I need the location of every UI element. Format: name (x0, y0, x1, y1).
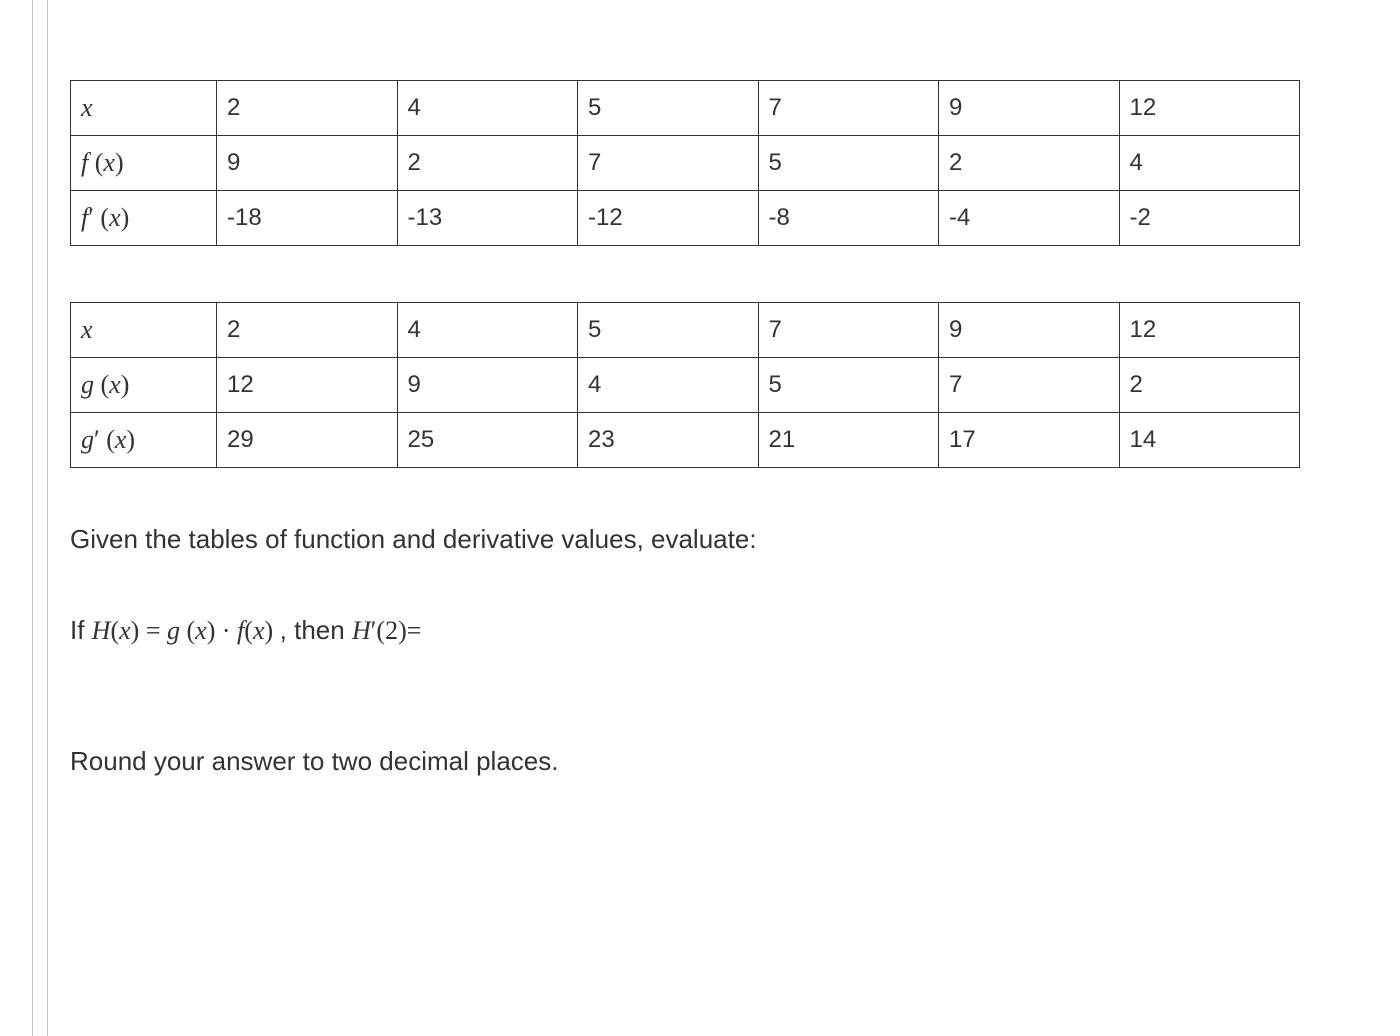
row-header-gprimex: g′ (x) (71, 413, 217, 468)
prompt-text: Given the tables of function and derivat… (70, 524, 1330, 555)
question-Hprime: H′(2)= (352, 616, 421, 645)
left-margin-rules (32, 0, 33, 1036)
table-g: x 2 4 5 7 9 12 g (x) 12 9 4 5 7 2 g′ (x)… (70, 302, 1300, 468)
cell: 4 (1119, 136, 1300, 191)
question-H-def: H(x) = g (x) · f(x) (92, 616, 280, 645)
cell: 5 (578, 81, 759, 136)
cell: 9 (939, 81, 1120, 136)
cell: 5 (758, 358, 939, 413)
cell: 4 (397, 81, 578, 136)
cell: 5 (758, 136, 939, 191)
table-row: g (x) 12 9 4 5 7 2 (71, 358, 1300, 413)
cell: -13 (397, 191, 578, 246)
round-note: Round your answer to two decimal places. (70, 746, 1330, 777)
cell: 7 (578, 136, 759, 191)
row-header-gx: g (x) (71, 358, 217, 413)
table-row: x 2 4 5 7 9 12 (71, 303, 1300, 358)
cell: 29 (217, 413, 398, 468)
cell: 23 (578, 413, 759, 468)
cell: 2 (397, 136, 578, 191)
row-header-x: x (71, 81, 217, 136)
cell: 7 (758, 303, 939, 358)
table-f: x 2 4 5 7 9 12 f (x) 9 2 7 5 2 4 f′ (x) … (70, 80, 1300, 246)
row-header-x: x (71, 303, 217, 358)
question-mid: , then (280, 615, 352, 645)
cell: 2 (217, 303, 398, 358)
cell: -4 (939, 191, 1120, 246)
cell: -18 (217, 191, 398, 246)
cell: 12 (1119, 303, 1300, 358)
cell: 25 (397, 413, 578, 468)
cell: 4 (397, 303, 578, 358)
cell: 9 (939, 303, 1120, 358)
cell: 7 (758, 81, 939, 136)
cell: 7 (939, 358, 1120, 413)
table-row: f′ (x) -18 -13 -12 -8 -4 -2 (71, 191, 1300, 246)
cell: -2 (1119, 191, 1300, 246)
row-header-fx: f (x) (71, 136, 217, 191)
cell: 21 (758, 413, 939, 468)
row-header-fprimex: f′ (x) (71, 191, 217, 246)
cell: 2 (939, 136, 1120, 191)
cell: 12 (217, 358, 398, 413)
cell: -12 (578, 191, 759, 246)
problem-content: x 2 4 5 7 9 12 f (x) 9 2 7 5 2 4 f′ (x) … (70, 0, 1400, 777)
cell: 9 (397, 358, 578, 413)
cell: -8 (758, 191, 939, 246)
cell: 2 (217, 81, 398, 136)
table-row: g′ (x) 29 25 23 21 17 14 (71, 413, 1300, 468)
cell: 4 (578, 358, 759, 413)
question-prefix: If (70, 615, 92, 645)
cell: 5 (578, 303, 759, 358)
question-line: If H(x) = g (x) · f(x) , then H′(2)= (70, 615, 1330, 646)
cell: 9 (217, 136, 398, 191)
table-row: x 2 4 5 7 9 12 (71, 81, 1300, 136)
cell: 12 (1119, 81, 1300, 136)
cell: 2 (1119, 358, 1300, 413)
cell: 17 (939, 413, 1120, 468)
table-row: f (x) 9 2 7 5 2 4 (71, 136, 1300, 191)
cell: 14 (1119, 413, 1300, 468)
